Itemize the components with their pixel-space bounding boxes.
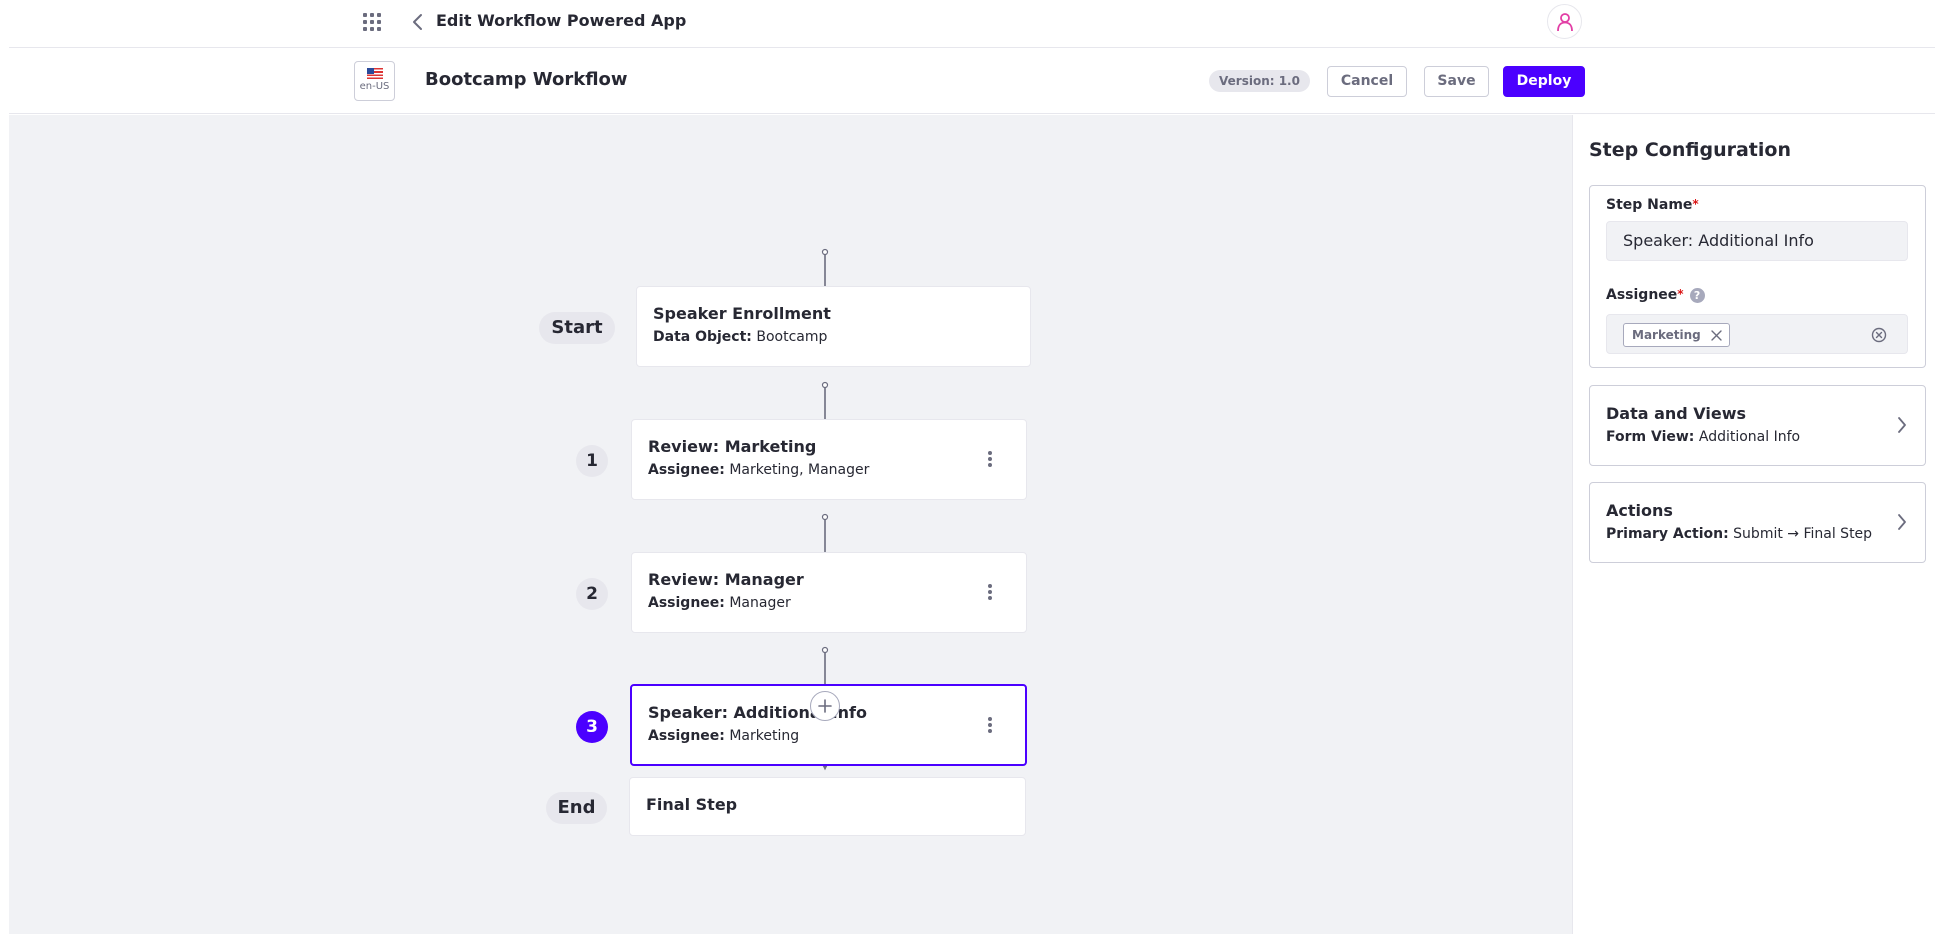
clear-all-icon[interactable]	[1871, 327, 1887, 343]
actions-panel[interactable]: Actions Primary Action: Submit → Final S…	[1589, 482, 1926, 563]
start-badge: Start	[539, 312, 615, 344]
step-title: Review: Marketing	[648, 437, 817, 456]
add-step-button[interactable]	[810, 691, 840, 721]
remove-tag-icon[interactable]	[1711, 330, 1722, 341]
assignee-label: Assignee*?	[1606, 287, 1705, 303]
step-card[interactable]: Review: Manager Assignee: Manager	[631, 552, 1027, 633]
deploy-button[interactable]: Deploy	[1503, 66, 1585, 97]
assignee-tag: Marketing	[1623, 323, 1730, 347]
start-step-detail: Data Object: Bootcamp	[653, 329, 828, 345]
step-detail: Assignee: Marketing	[648, 728, 800, 744]
required-mark: *	[1692, 197, 1699, 211]
user-icon	[1557, 13, 1573, 32]
cancel-button[interactable]: Cancel	[1327, 66, 1407, 97]
help-icon[interactable]: ?	[1689, 287, 1705, 303]
version-badge: Version: 1.0	[1209, 70, 1310, 92]
more-options-icon[interactable]	[988, 717, 992, 733]
step-detail: Assignee: Manager	[648, 595, 791, 611]
user-avatar[interactable]	[1547, 4, 1582, 39]
actions-detail: Primary Action: Submit → Final Step	[1606, 526, 1873, 542]
chevron-right-icon	[1898, 514, 1906, 530]
apps-menu-icon[interactable]	[362, 12, 382, 32]
step-name-input[interactable]: Speaker: Additional Info	[1606, 221, 1908, 261]
locale-label: en-US	[359, 81, 390, 92]
workflow-canvas: Start Speaker Enrollment Data Object: Bo…	[9, 115, 1572, 934]
step-detail: Assignee: Marketing, Manager	[648, 462, 870, 478]
plus-icon	[818, 699, 832, 713]
step-number-badge: 1	[576, 445, 608, 477]
us-flag-icon	[367, 68, 383, 79]
step-number-badge-active: 3	[576, 711, 608, 743]
data-and-views-detail: Form View: Additional Info	[1606, 429, 1801, 445]
sidebar-title: Step Configuration	[1589, 139, 1791, 161]
data-and-views-title: Data and Views	[1606, 404, 1747, 423]
more-options-icon[interactable]	[988, 451, 992, 467]
start-step-card[interactable]: Speaker Enrollment Data Object: Bootcamp	[636, 286, 1031, 367]
back-icon[interactable]	[409, 11, 427, 33]
assignee-multiselect[interactable]: Marketing	[1606, 314, 1908, 354]
end-step-title: Final Step	[646, 795, 738, 814]
start-step-title: Speaker Enrollment	[653, 304, 831, 323]
save-button[interactable]: Save	[1424, 66, 1489, 97]
chevron-right-icon	[1898, 417, 1906, 433]
end-step-card[interactable]: Final Step	[629, 777, 1026, 836]
step-number-badge: 2	[576, 578, 608, 610]
workflow-toolbar: en-US Bootcamp Workflow Version: 1.0 Can…	[9, 48, 1935, 114]
workflow-title[interactable]: Bootcamp Workflow	[425, 69, 628, 90]
more-options-icon[interactable]	[988, 584, 992, 600]
step-configuration-sidebar: Step Configuration Step Name* Speaker: A…	[1572, 115, 1935, 934]
step-title: Review: Manager	[648, 570, 804, 589]
step-settings-panel: Step Name* Speaker: Additional Info Assi…	[1589, 185, 1926, 368]
app-root: Edit Workflow Powered App en-US Bootcamp…	[9, 0, 1935, 934]
step-card[interactable]: Review: Marketing Assignee: Marketing, M…	[631, 419, 1027, 500]
locale-selector[interactable]: en-US	[354, 61, 395, 101]
page-title: Edit Workflow Powered App	[436, 11, 687, 30]
actions-title: Actions	[1606, 501, 1673, 520]
top-bar: Edit Workflow Powered App	[9, 0, 1935, 48]
data-and-views-panel[interactable]: Data and Views Form View: Additional Inf…	[1589, 385, 1926, 466]
step-name-label: Step Name*	[1606, 197, 1699, 213]
required-mark: *	[1677, 287, 1684, 301]
end-badge: End	[546, 792, 607, 824]
